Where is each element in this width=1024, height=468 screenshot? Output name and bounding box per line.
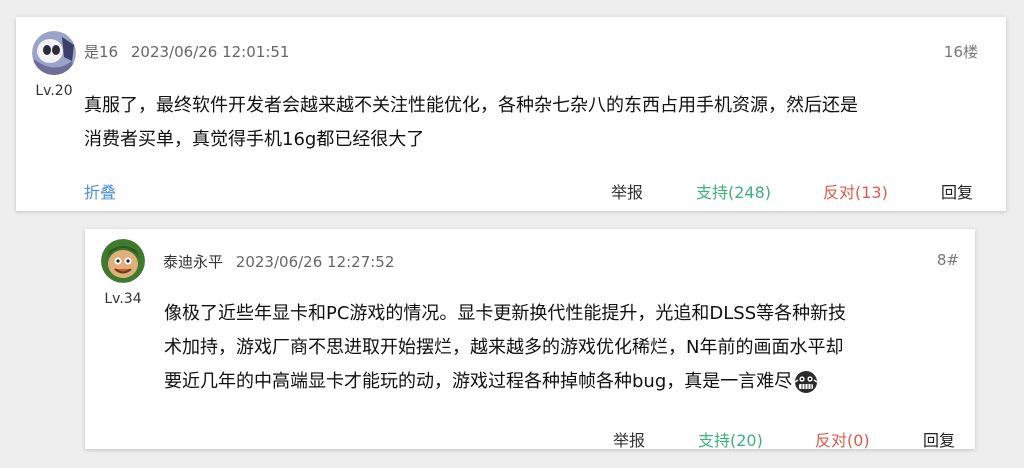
- content-line: 要近几年的中高端显卡才能玩的动，游戏过程各种掉帧各种bug，真是一言难尽: [164, 365, 954, 399]
- grimace-emoji-icon: [794, 370, 818, 394]
- content-line: 消费者买单，真觉得手机16g都已经很大了: [84, 129, 425, 150]
- floor-number: 8#: [936, 251, 959, 269]
- reply-card: Lv.34 泰迪永平 2023/06/26 12:27:52 8# 像极了近些年…: [85, 229, 975, 451]
- reply-meta: 泰迪永平 2023/06/26 12:27:52: [163, 251, 394, 272]
- author-avatar-block: Lv.20: [24, 31, 84, 99]
- report-button[interactable]: 举报: [611, 179, 643, 203]
- timestamp: 2023/06/26 12:01:51: [130, 43, 290, 61]
- content-text: 要近几年的中高端显卡才能玩的动，游戏过程各种掉帧各种bug，真是一言难尽: [164, 371, 793, 392]
- avatar[interactable]: [101, 239, 145, 283]
- content-line: 术加持，游戏厂商不思进取开始摆烂，越来越多的游戏优化稀烂，N年前的画面水平却: [164, 337, 844, 358]
- reply-button[interactable]: 回复: [923, 427, 955, 451]
- user-level: Lv.34: [104, 291, 142, 307]
- avatar[interactable]: [32, 31, 76, 75]
- timestamp: 2023/06/26 12:27:52: [235, 253, 395, 271]
- comment-content: 真服了，最终软件开发者会越来越不关注性能优化，各种杂七杂八的东西占用手机资源，然…: [84, 89, 984, 157]
- oppose-button[interactable]: 反对(0): [815, 427, 870, 451]
- support-button[interactable]: 支持(20): [698, 427, 763, 451]
- report-button[interactable]: 举报: [613, 427, 645, 451]
- comment-card: Lv.20 是16 2023/06/26 12:01:51 16楼 真服了，最终…: [16, 17, 1006, 211]
- content-line: 真服了，最终软件开发者会越来越不关注性能优化，各种杂七杂八的东西占用手机资源，然…: [84, 95, 858, 116]
- comment-meta: 是16 2023/06/26 12:01:51: [84, 41, 289, 62]
- reply-content: 像极了近些年显卡和PC游戏的情况。显卡更新换代性能提升，光追和DLSS等各种新技…: [164, 297, 954, 399]
- username[interactable]: 泰迪永平: [163, 253, 223, 271]
- author-avatar-block: Lv.34: [93, 239, 153, 307]
- fold-button[interactable]: 折叠: [84, 179, 116, 203]
- reply-button[interactable]: 回复: [941, 179, 973, 203]
- support-button[interactable]: 支持(248): [696, 179, 771, 203]
- oppose-button[interactable]: 反对(13): [823, 179, 888, 203]
- content-line: 像极了近些年显卡和PC游戏的情况。显卡更新换代性能提升，光追和DLSS等各种新技: [164, 303, 847, 324]
- user-level: Lv.20: [35, 83, 73, 99]
- username[interactable]: 是16: [84, 43, 118, 61]
- floor-number: 16楼: [943, 43, 978, 61]
